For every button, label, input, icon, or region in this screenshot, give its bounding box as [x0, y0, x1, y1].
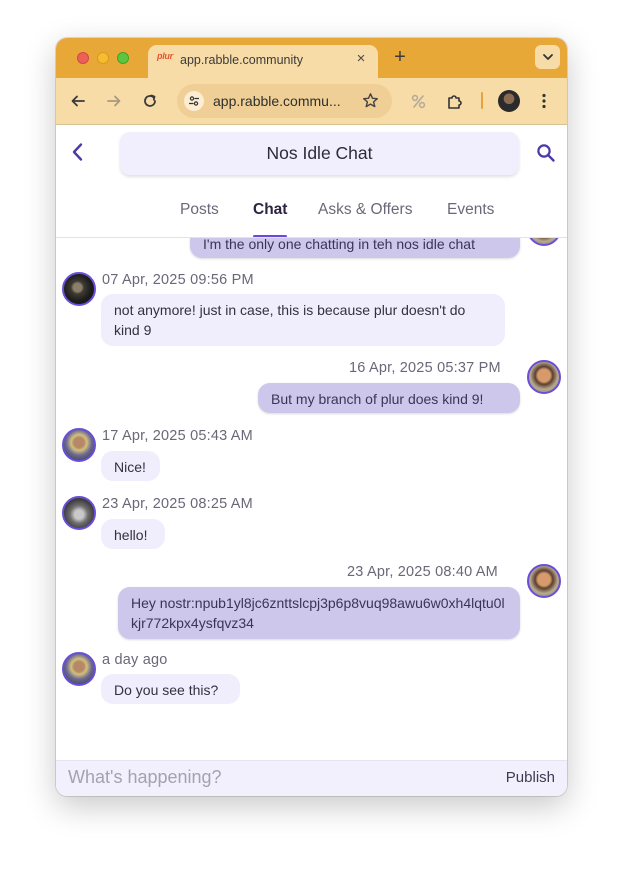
- message-input[interactable]: What's happening?: [68, 767, 222, 788]
- avatar[interactable]: [527, 564, 561, 598]
- avatar[interactable]: [62, 652, 96, 686]
- composer-divider: [56, 760, 567, 761]
- back-icon[interactable]: [68, 91, 88, 111]
- window-minimize-button[interactable]: [97, 52, 109, 64]
- profile-avatar[interactable]: [498, 90, 520, 112]
- chevron-down-icon: [542, 54, 553, 60]
- message-bubble-incoming: not anymore! just in case, this is becau…: [101, 294, 505, 346]
- address-url: app.rabble.commu...: [213, 93, 341, 109]
- toolbar-divider: [481, 92, 483, 109]
- new-tab-button[interactable]: +: [390, 45, 410, 69]
- message-bubble-incoming: Do you see this?: [101, 674, 240, 704]
- message-bubble-outgoing: Hey nostr:npub1yl8jc6znttslcpj3p6p8vuq98…: [118, 587, 520, 639]
- chat-message-list[interactable]: I'm the only one chatting in teh nos idl…: [56, 238, 567, 760]
- message-timestamp: 23 Apr, 2025 08:40 AM: [347, 564, 498, 580]
- browser-window: plur app.rabble.community × + app.rabble…: [56, 38, 567, 796]
- forward-icon[interactable]: [104, 91, 124, 111]
- chevron-left-icon: [72, 143, 83, 161]
- message-composer: What's happening? Publish: [56, 760, 567, 796]
- tab-search-button[interactable]: [535, 45, 560, 69]
- tab-chat[interactable]: Chat: [253, 201, 287, 219]
- percent-extension-icon[interactable]: [408, 91, 428, 111]
- group-title: Nos Idle Chat: [120, 132, 519, 175]
- avatar[interactable]: [62, 428, 96, 462]
- publish-button[interactable]: Publish: [506, 769, 555, 786]
- message-bubble-incoming: Nice!: [101, 451, 160, 481]
- message-timestamp: 23 Apr, 2025 08:25 AM: [102, 496, 253, 512]
- back-button[interactable]: [67, 141, 89, 163]
- avatar[interactable]: [62, 272, 96, 306]
- message-timestamp: 17 Apr, 2025 05:43 AM: [102, 428, 253, 444]
- browser-tab-strip: plur app.rabble.community × +: [56, 38, 567, 78]
- window-zoom-button[interactable]: [117, 52, 129, 64]
- rabble-app: Nos Idle Chat Posts Chat Asks & Offers E…: [56, 125, 567, 796]
- message-bubble-incoming: hello!: [101, 519, 165, 549]
- message-timestamp: 07 Apr, 2025 09:56 PM: [102, 272, 254, 288]
- tab-asks-offers[interactable]: Asks & Offers: [318, 201, 412, 219]
- tab-events[interactable]: Events: [447, 201, 494, 219]
- window-close-button[interactable]: [77, 52, 89, 64]
- avatar[interactable]: [62, 496, 96, 530]
- puzzle-extensions-icon[interactable]: [445, 91, 465, 111]
- tab-close-icon[interactable]: ×: [352, 50, 370, 67]
- kebab-menu-icon[interactable]: [534, 91, 554, 111]
- browser-toolbar: app.rabble.commu...: [56, 78, 567, 124]
- avatar[interactable]: [527, 238, 561, 246]
- reload-icon[interactable]: [140, 91, 160, 111]
- message-bubble-outgoing: I'm the only one chatting in teh nos idl…: [190, 238, 520, 258]
- plur-favicon-icon: plur: [157, 51, 173, 61]
- group-tabs: Posts Chat Asks & Offers Events: [56, 191, 567, 225]
- tune-icon[interactable]: [184, 91, 204, 111]
- tab-posts[interactable]: Posts: [180, 201, 219, 219]
- message-timestamp: a day ago: [102, 652, 168, 668]
- message-timestamp: 16 Apr, 2025 05:37 PM: [349, 360, 501, 376]
- avatar[interactable]: [527, 360, 561, 394]
- search-button[interactable]: [536, 143, 556, 163]
- browser-tab[interactable]: plur app.rabble.community ×: [148, 45, 378, 78]
- browser-tab-title: app.rabble.community: [180, 53, 303, 67]
- message-bubble-outgoing: But my branch of plur does kind 9!: [258, 383, 520, 413]
- address-bar[interactable]: app.rabble.commu...: [177, 84, 392, 118]
- bookmark-star-icon[interactable]: [362, 92, 379, 114]
- search-icon: [537, 144, 555, 162]
